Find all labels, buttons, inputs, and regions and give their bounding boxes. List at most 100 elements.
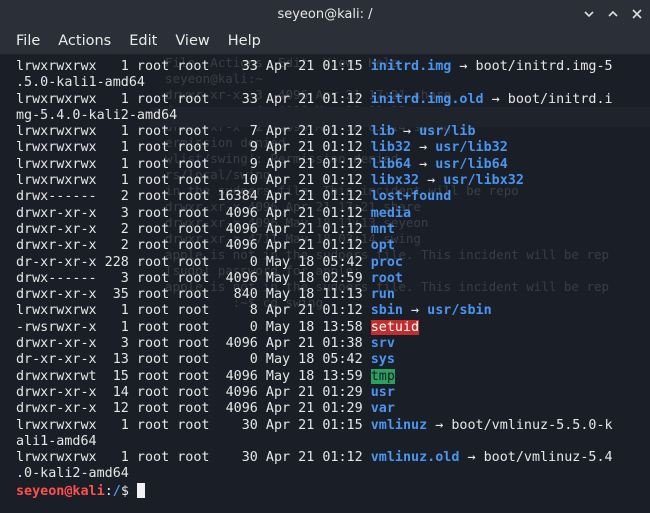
- output-line: lrwxrwxrwx 1 root root 7 Apr 21 01:12 li…: [16, 124, 613, 140]
- file-name: vmlinuz: [370, 417, 428, 433]
- output-text: lrwxrwxrwx 1 root root 33 Apr 21 01:15: [16, 59, 371, 74]
- prompt-path: /: [112, 483, 121, 499]
- file-name: tmp: [370, 368, 395, 384]
- output-text: drwxr-xr-x 3 root root 4096 Apr 21 01:38: [16, 336, 371, 352]
- menu-actions[interactable]: Actions: [50, 33, 119, 49]
- file-name: usr/lib64: [435, 156, 508, 172]
- menu-file[interactable]: File: [8, 33, 48, 49]
- output-line: mg-5.4.0-kali2-amd64: [16, 108, 613, 124]
- output-text: .5.0-kali1-amd64: [16, 75, 145, 91]
- file-name: lib64: [370, 156, 412, 172]
- output-line: drwxr-xr-x 2 root root 4096 Apr 21 01:12…: [16, 238, 613, 254]
- output-line: drwxr-xr-x 3 root root 4096 Apr 21 01:12…: [16, 206, 613, 222]
- output-text: lrwxrwxrwx 1 root root 9 Apr 21 01:12: [16, 140, 371, 156]
- output-line: dr-xr-xr-x 228 root root 0 May 18 05:42 …: [16, 255, 613, 271]
- file-name: opt: [370, 238, 395, 254]
- output-text: lrwxrwxrwx 1 root root 30 Apr 21 01:12: [16, 450, 371, 466]
- output-text: →: [402, 303, 428, 319]
- output-line: drwxr-xr-x 2 root root 4096 Apr 21 01:12…: [16, 222, 613, 238]
- output-text: lrwxrwxrwx 1 root root 30 Apr 21 01:15: [16, 417, 371, 433]
- file-name: lost+found: [370, 189, 452, 205]
- terminal-output: lrwxrwxrwx 1 root root 33 Apr 21 01:15 i…: [16, 59, 613, 499]
- prompt-line[interactable]: seyeon@kali:/$: [16, 482, 613, 499]
- menu-bar: File Actions Edit View Help: [0, 28, 650, 55]
- output-line: lrwxrwxrwx 1 root root 30 Apr 21 01:12 v…: [16, 450, 613, 466]
- output-text: → boot/vmlinuz-5.5.0-k: [427, 417, 613, 433]
- output-line: drwxr-xr-x 12 root root 4096 Apr 21 01:2…: [16, 401, 613, 417]
- menu-help[interactable]: Help: [220, 33, 269, 49]
- output-text: lrwxrwxrwx 1 root root 10 Apr 21 01:12: [16, 173, 371, 189]
- file-name: var: [370, 401, 395, 417]
- output-text: ali1-amd64: [16, 433, 97, 449]
- output-text: dr-xr-xr-x 13 root root 0 May 18 05:42: [16, 352, 371, 368]
- window-title: seyeon@kali: /: [277, 6, 373, 22]
- file-name: sbin: [370, 303, 403, 319]
- file-name: usr/lib32: [435, 140, 508, 156]
- output-text: drwxr-xr-x 2 root root 4096 Apr 21 01:12: [16, 238, 371, 254]
- output-text: drwx------ 2 root root 16384 Apr 21 01:1…: [16, 189, 371, 205]
- title-bar[interactable]: seyeon@kali: /: [0, 0, 650, 28]
- output-text: drwx------ 3 root root 4096 May 18 02:59: [16, 270, 371, 286]
- prompt-separator: :: [104, 483, 113, 499]
- output-text: lrwxrwxrwx 1 root root 7 Apr 21 01:12: [16, 124, 371, 140]
- output-line: dr-xr-xr-x 13 root root 0 May 18 05:42 s…: [16, 352, 613, 368]
- close-icon: [632, 9, 642, 19]
- output-text: mg-5.4.0-kali2-amd64: [16, 107, 178, 123]
- text-cursor: [136, 482, 145, 498]
- output-line: lrwxrwxrwx 1 root root 10 Apr 21 01:12 l…: [16, 173, 613, 189]
- output-text: lrwxrwxrwx 1 root root 9 Apr 21 01:12: [16, 156, 371, 172]
- output-line: lrwxrwxrwx 1 root root 33 Apr 21 01:15 i…: [16, 59, 613, 75]
- file-name: initrd.img: [370, 59, 452, 74]
- output-line: .0-kali2-amd64: [16, 466, 613, 482]
- output-text: drwxr-xr-x 2 root root 4096 Apr 21 01:12: [16, 221, 371, 237]
- window-controls: [582, 0, 644, 28]
- output-text: drwxr-xr-x 35 root root 840 May 18 11:13: [16, 287, 371, 303]
- output-text: →: [419, 173, 444, 189]
- file-name: usr/sbin: [427, 303, 492, 319]
- output-line: drwxr-xr-x 3 root root 4096 Apr 21 01:38…: [16, 336, 613, 352]
- output-line: drwxr-xr-x 35 root root 840 May 18 11:13…: [16, 287, 613, 303]
- file-name: media: [370, 205, 412, 221]
- file-name: lib32: [370, 140, 412, 156]
- output-text: lrwxrwxrwx 1 root root 33 Apr 21 01:12: [16, 91, 371, 107]
- file-name: libx32: [370, 173, 420, 189]
- file-name: usr/libx32: [443, 173, 524, 189]
- output-text: → boot/initrd.i: [483, 91, 613, 107]
- output-line: drwx------ 2 root root 16384 Apr 21 01:1…: [16, 189, 613, 205]
- prompt-user-host: seyeon@kali: [16, 483, 105, 499]
- file-name: usr/lib: [419, 124, 476, 140]
- output-line: lrwxrwxrwx 1 root root 9 Apr 21 01:12 li…: [16, 140, 613, 156]
- maximize-icon: [608, 10, 618, 17]
- output-text: drwxr-xr-x 14 root root 4096 Apr 21 01:2…: [16, 384, 371, 400]
- output-text: →: [411, 140, 436, 156]
- output-line: drwxr-xr-x 14 root root 4096 Apr 21 01:2…: [16, 385, 613, 401]
- output-line: lrwxrwxrwx 1 root root 33 Apr 21 01:12 i…: [16, 92, 613, 108]
- file-name: initrd.img.old: [370, 91, 484, 107]
- menu-edit[interactable]: Edit: [121, 33, 165, 49]
- output-text: lrwxrwxrwx 1 root root 8 Apr 21 01:12: [16, 303, 371, 319]
- output-line: -rwsrwxr-x 1 root root 0 May 18 13:58 se…: [16, 319, 613, 336]
- minimize-button[interactable]: [582, 7, 596, 21]
- file-name: setuid: [370, 319, 420, 335]
- terminal-window: seyeon@kali: / File Actions Edit View He…: [0, 0, 650, 513]
- maximize-button[interactable]: [606, 7, 620, 21]
- output-line: lrwxrwxrwx 1 root root 30 Apr 21 01:15 v…: [16, 418, 613, 434]
- output-text: drwxrwxrwt 15 root root 4096 May 18 13:5…: [16, 368, 371, 384]
- file-name: root: [370, 270, 403, 286]
- output-text: -rwsrwxr-x 1 root root 0 May 18 13:58: [16, 319, 371, 335]
- output-text: →: [411, 156, 436, 172]
- close-button[interactable]: [630, 7, 644, 21]
- file-name: srv: [370, 336, 395, 352]
- output-line: lrwxrwxrwx 1 root root 9 Apr 21 01:12 li…: [16, 157, 613, 173]
- output-text: → boot/vmlinuz-5.4: [459, 450, 613, 466]
- prompt-symbol: $: [120, 483, 137, 499]
- file-name: vmlinuz.old: [370, 450, 460, 466]
- minimize-icon: [584, 11, 594, 18]
- output-line: ali1-amd64: [16, 434, 613, 450]
- menu-view[interactable]: View: [167, 33, 217, 49]
- output-text: dr-xr-xr-x 228 root root 0 May 18 05:42: [16, 254, 371, 270]
- output-line: drwxrwxrwt 15 root root 4096 May 18 13:5…: [16, 368, 613, 385]
- output-line: drwx------ 3 root root 4096 May 18 02:59…: [16, 271, 613, 287]
- output-line: .5.0-kali1-amd64: [16, 75, 613, 91]
- file-name: mnt: [370, 221, 395, 237]
